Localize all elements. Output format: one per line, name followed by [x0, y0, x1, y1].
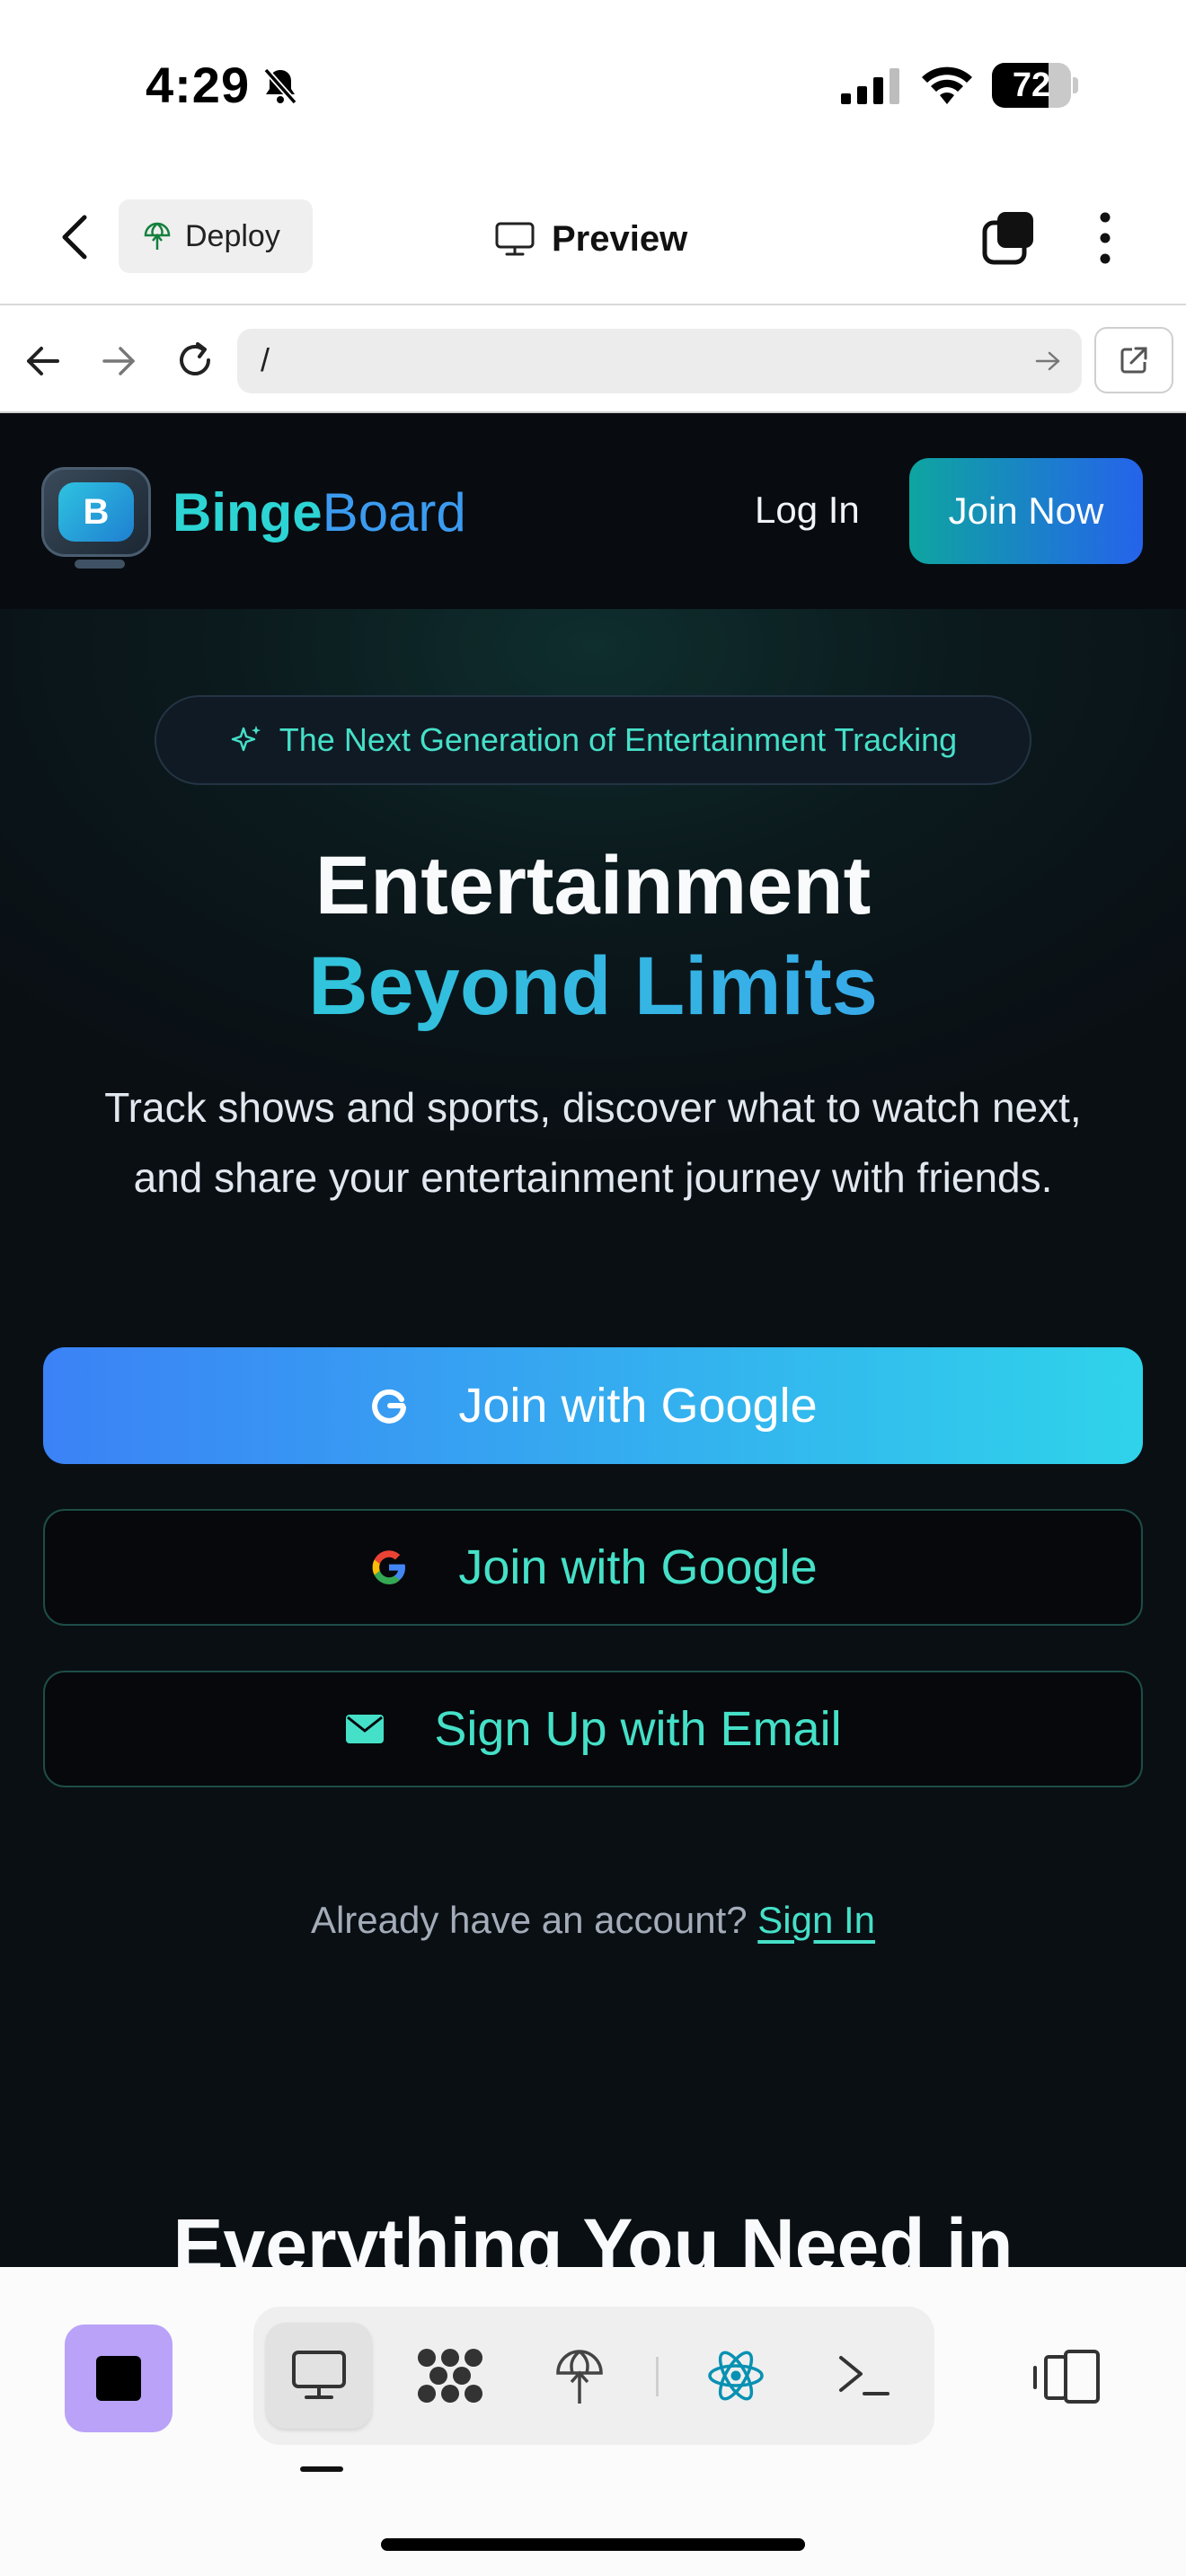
external-link-icon	[1120, 347, 1147, 374]
chevron-left-icon[interactable]	[56, 212, 95, 262]
login-link[interactable]: Log In	[755, 489, 860, 532]
signin-link[interactable]: Sign In	[757, 1899, 875, 1941]
hero-title-line2: Beyond Limits	[0, 936, 1186, 1037]
hero-title-line1: Entertainment	[314, 840, 872, 931]
tabs-icon[interactable]	[981, 210, 1037, 266]
brand-part-binge: Binge	[173, 482, 323, 543]
google-icon	[372, 1389, 407, 1424]
signin-prompt: Already have an account?	[310, 1899, 748, 1941]
tagline-text: The Next Generation of Entertainment Tra…	[279, 721, 958, 758]
console-view-button[interactable]	[810, 2323, 916, 2429]
react-icon	[708, 2351, 764, 2401]
monitor-icon	[495, 222, 535, 256]
bottom-toolbar	[0, 2267, 1186, 2576]
sign-up-email-button[interactable]: Sign Up with Email	[43, 1671, 1143, 1787]
arrow-right-small-icon[interactable]	[1033, 347, 1062, 375]
open-external-button[interactable]	[1094, 327, 1173, 393]
app-header: Deploy Preview	[0, 171, 1186, 305]
brand-name[interactable]: BingeBoard	[173, 481, 466, 543]
sparkles-icon	[231, 726, 261, 752]
deploy-button[interactable]: Deploy	[119, 199, 313, 273]
join-now-button[interactable]: Join Now	[909, 458, 1143, 564]
hero-title: Entertainment Beyond Limits	[0, 835, 1186, 1037]
panel-toggle-icon[interactable]	[1031, 2348, 1103, 2405]
preview-title: Preview	[494, 212, 687, 266]
react-view-button[interactable]	[683, 2323, 789, 2429]
monitor-icon	[292, 2351, 346, 2399]
terminal-icon	[839, 2356, 890, 2395]
hero-subtitle: Track shows and sports, discover what to…	[104, 1084, 1082, 1201]
stop-button[interactable]	[65, 2325, 173, 2432]
join-google-primary-label: Join with Google	[458, 1379, 818, 1433]
bell-slash-icon	[263, 67, 297, 105]
site-nav: B BingeBoard Log In Join Now	[0, 413, 1186, 609]
more-vertical-icon[interactable]	[1091, 210, 1120, 266]
google-color-icon	[372, 1550, 406, 1584]
cellular-signal-icon	[841, 68, 899, 104]
deploy-globe-icon	[144, 222, 171, 250]
battery-level: 72	[1012, 66, 1051, 104]
active-tab-indicator	[300, 2466, 343, 2472]
arrow-left-icon[interactable]	[23, 341, 63, 381]
arrow-right-icon[interactable]	[99, 341, 138, 381]
home-indicator	[381, 2538, 805, 2551]
signin-row: Already have an account? Sign In	[0, 1899, 1186, 1942]
view-switcher	[253, 2307, 934, 2445]
url-field[interactable]: /	[237, 329, 1082, 393]
brand-part-board: Board	[322, 482, 466, 543]
url-text: /	[261, 341, 270, 378]
reload-icon[interactable]	[173, 338, 217, 383]
sign-up-email-label: Sign Up with Email	[434, 1702, 842, 1756]
browser-bar: /	[0, 307, 1186, 413]
battery-icon: 72	[992, 63, 1078, 108]
status-bar: 4:29 72	[0, 0, 1186, 171]
section-title: Everything You Need in	[173, 2203, 1013, 2267]
mail-icon	[346, 1715, 385, 1743]
status-time: 4:29	[146, 57, 251, 113]
join-google-primary-button[interactable]: Join with Google	[43, 1347, 1143, 1464]
deploy-globe-icon	[556, 2350, 603, 2404]
logo[interactable]: B	[41, 467, 151, 569]
deploy-label: Deploy	[185, 218, 280, 253]
workflow-view-button[interactable]	[397, 2323, 503, 2429]
web-preview: B BingeBoard Log In Join Now The Next Ge…	[0, 413, 1186, 2267]
wifi-icon	[922, 66, 972, 104]
join-google-outline-label: Join with Google	[458, 1540, 818, 1594]
logo-letter: B	[58, 482, 134, 542]
join-google-outline-button[interactable]: Join with Google	[43, 1509, 1143, 1626]
preview-label: Preview	[552, 218, 688, 259]
preview-view-button[interactable]	[266, 2323, 372, 2429]
deploy-view-button[interactable]	[527, 2323, 633, 2429]
tagline-badge: The Next Generation of Entertainment Tra…	[155, 695, 1031, 785]
stop-icon	[96, 2356, 141, 2401]
grid-dots-icon	[418, 2349, 482, 2403]
